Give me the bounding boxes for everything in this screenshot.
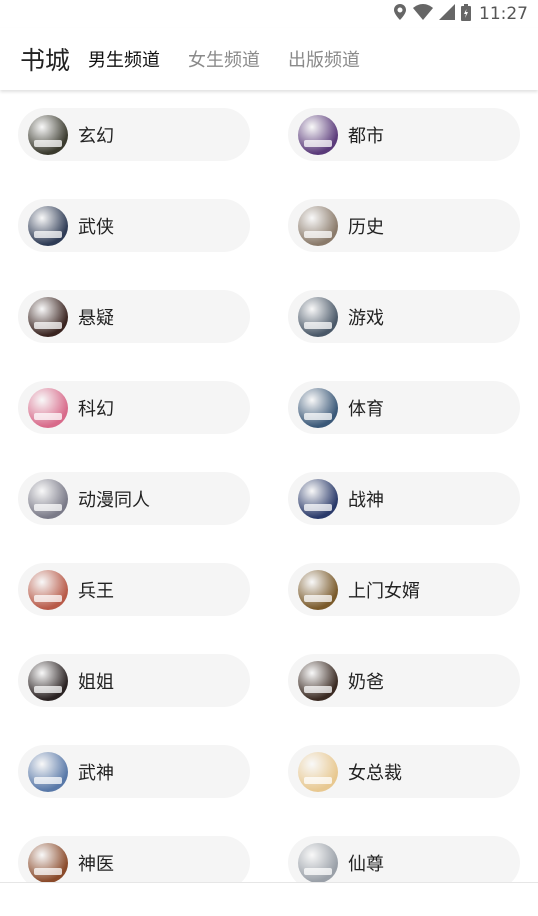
category-cover-image <box>28 205 68 246</box>
category-label: 仙尊 <box>348 853 384 875</box>
category-item[interactable]: 游戏 <box>288 290 520 343</box>
category-item[interactable]: 玄幻 <box>18 108 250 161</box>
category-label: 姐姐 <box>78 671 114 693</box>
category-cover-image <box>298 387 338 428</box>
category-item[interactable]: 奶爸 <box>288 654 520 707</box>
category-item[interactable]: 历史 <box>288 199 520 252</box>
category-label: 兵王 <box>78 580 114 602</box>
category-grid: 玄幻 都市武侠 历史悬疑 游戏科幻 体育动漫同人 战神兵王 上门女婿姐姐 奶爸武神 女总裁神医 仙… <box>18 108 520 882</box>
category-label: 体育 <box>348 398 384 420</box>
category-label: 女总裁 <box>348 762 402 784</box>
category-cover-image <box>28 842 68 882</box>
category-cover-image <box>28 660 68 701</box>
category-list[interactable]: 玄幻 都市武侠 历史悬疑 游戏科幻 体育动漫同人 战神兵王 上门女婿姐姐 奶爸武神 女总裁神医 仙… <box>0 92 538 882</box>
category-item[interactable]: 动漫同人 <box>18 472 250 525</box>
category-item[interactable]: 姐姐 <box>18 654 250 707</box>
wifi-icon <box>413 4 433 24</box>
category-item[interactable]: 战神 <box>288 472 520 525</box>
category-label: 游戏 <box>348 307 384 329</box>
battery-icon <box>461 3 471 25</box>
category-item[interactable]: 女总裁 <box>288 745 520 798</box>
category-label: 奶爸 <box>348 671 384 693</box>
category-label: 都市 <box>348 125 384 147</box>
category-item[interactable]: 仙尊 <box>288 836 520 882</box>
category-label: 悬疑 <box>78 307 114 329</box>
category-cover-image <box>298 478 338 519</box>
status-time: 11:27 <box>479 4 528 24</box>
category-label: 战神 <box>348 489 384 511</box>
category-cover-image <box>28 387 68 428</box>
page-title: 书城 <box>20 46 71 75</box>
signal-icon <box>439 4 455 24</box>
category-item[interactable]: 体育 <box>288 381 520 434</box>
status-bar: 11:27 <box>0 0 538 28</box>
category-item[interactable]: 兵王 <box>18 563 250 616</box>
category-cover-image <box>298 660 338 701</box>
category-label: 武神 <box>78 762 114 784</box>
category-item[interactable]: 都市 <box>288 108 520 161</box>
category-item[interactable]: 上门女婿 <box>288 563 520 616</box>
category-cover-image <box>298 205 338 246</box>
category-cover-image <box>28 478 68 519</box>
category-cover-image <box>28 569 68 610</box>
category-cover-image <box>298 114 338 155</box>
category-item[interactable]: 悬疑 <box>18 290 250 343</box>
tab-publishing-channel[interactable]: 出版频道 <box>288 46 360 72</box>
category-label: 玄幻 <box>78 125 114 147</box>
category-label: 动漫同人 <box>78 489 150 511</box>
category-item[interactable]: 武侠 <box>18 199 250 252</box>
category-cover-image <box>298 296 338 337</box>
tab-female-channel[interactable]: 女生频道 <box>188 46 260 72</box>
category-label: 科幻 <box>78 398 114 420</box>
top-bar: 书城 男生频道 女生频道 出版频道 <box>0 28 538 90</box>
category-item[interactable]: 科幻 <box>18 381 250 434</box>
category-cover-image <box>28 751 68 792</box>
tab-male-channel[interactable]: 男生频道 <box>88 46 160 72</box>
location-icon <box>393 4 407 24</box>
category-item[interactable]: 武神 <box>18 745 250 798</box>
category-cover-image <box>28 296 68 337</box>
category-label: 历史 <box>348 216 384 238</box>
category-item[interactable]: 神医 <box>18 836 250 882</box>
category-cover-image <box>298 842 338 882</box>
divider <box>0 882 538 883</box>
category-label: 神医 <box>78 853 114 875</box>
category-cover-image <box>298 751 338 792</box>
category-label: 上门女婿 <box>348 580 420 602</box>
category-cover-image <box>298 569 338 610</box>
category-label: 武侠 <box>78 216 114 238</box>
category-cover-image <box>28 114 68 155</box>
